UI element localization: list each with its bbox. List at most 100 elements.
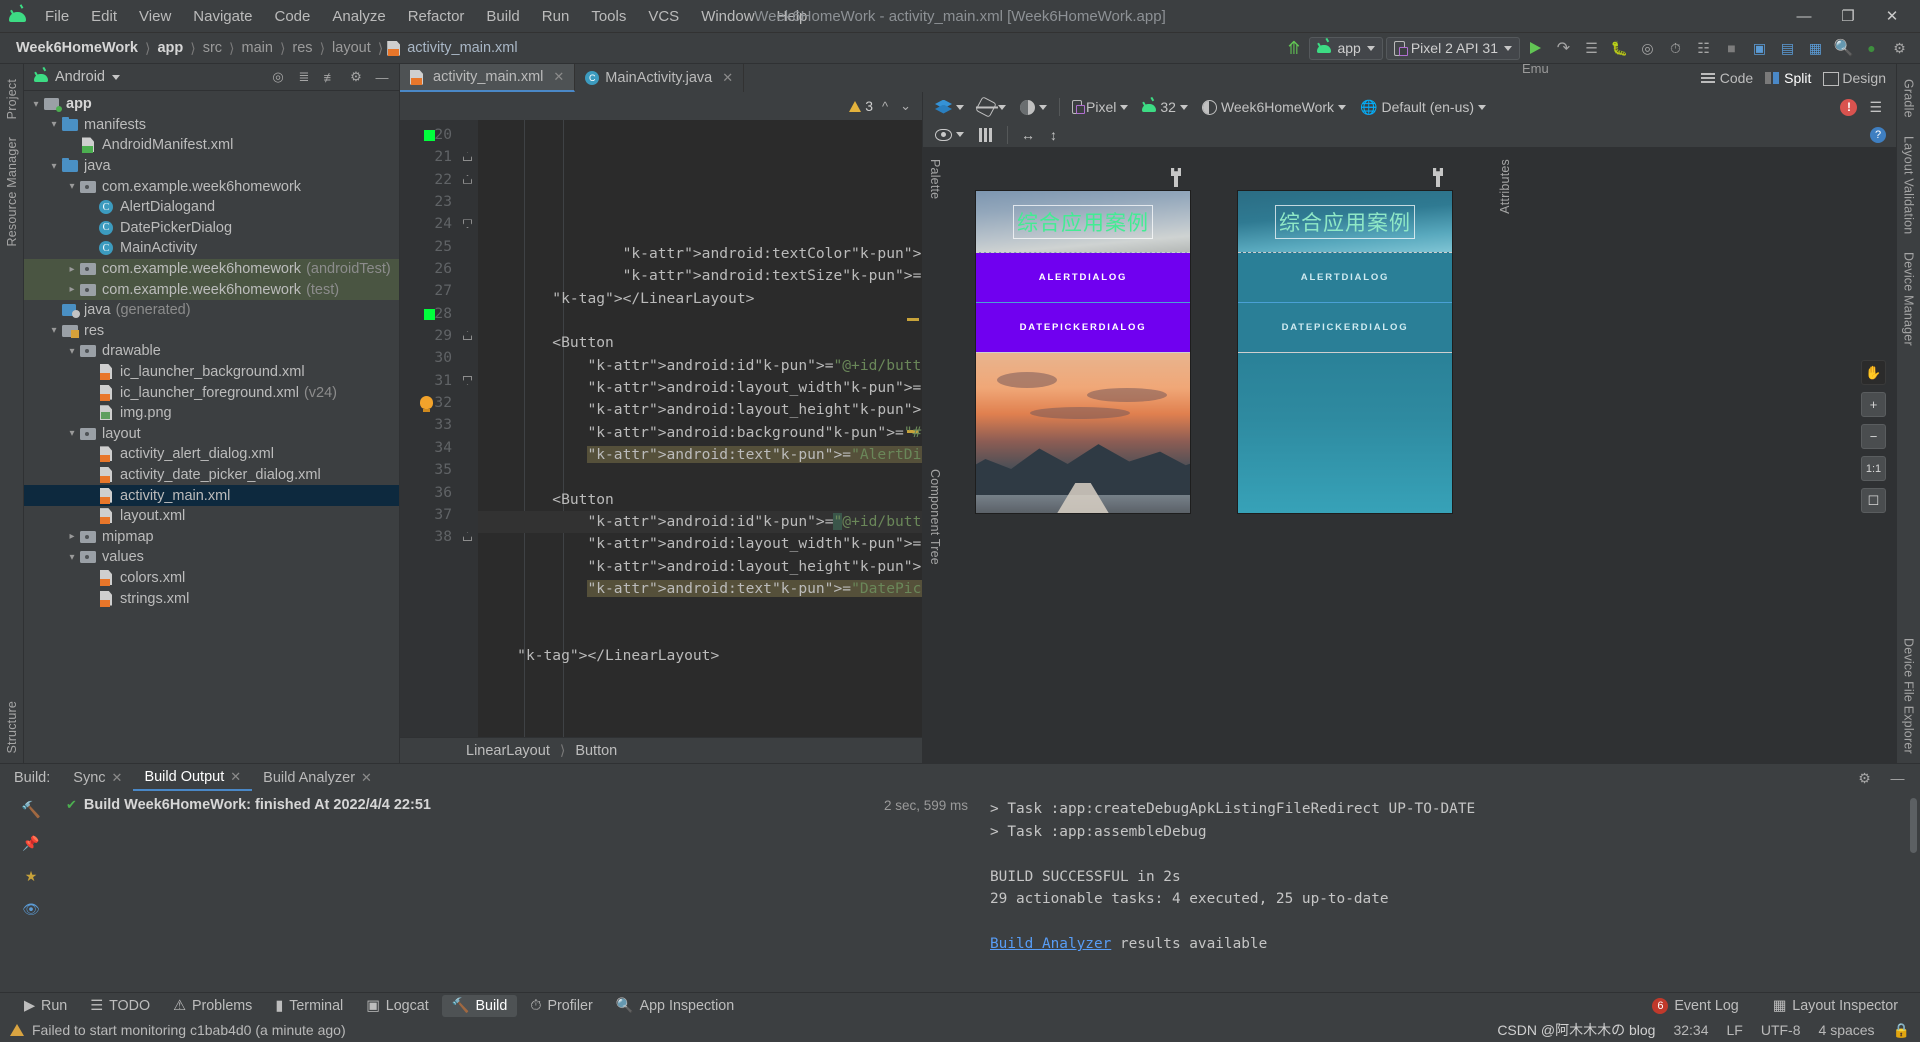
zoom-in-icon[interactable]: + bbox=[1861, 392, 1886, 417]
tree-node[interactable]: ic_launcher_background.xml bbox=[24, 362, 399, 383]
tree-node[interactable]: res bbox=[24, 321, 399, 342]
line-number[interactable]: 21 bbox=[400, 146, 458, 168]
tree-node[interactable]: app bbox=[24, 94, 399, 115]
account-button[interactable]: ● bbox=[1859, 36, 1884, 60]
breadcrumb-res[interactable]: res bbox=[289, 39, 315, 57]
preview-datepickerdialog-button[interactable]: DATEPICKERDIALOG bbox=[1238, 302, 1452, 354]
breadcrumb-main[interactable]: main bbox=[239, 39, 276, 57]
menu-tools[interactable]: Tools bbox=[580, 5, 637, 28]
menu-help[interactable]: Help bbox=[766, 5, 819, 28]
menu-analyze[interactable]: Analyze bbox=[321, 5, 396, 28]
match-height-button[interactable]: ↕ bbox=[1044, 123, 1063, 147]
line-number[interactable]: 25 bbox=[400, 236, 458, 258]
zoom-out-icon[interactable]: − bbox=[1861, 424, 1886, 449]
rail-item-gradle[interactable]: Gradle bbox=[1902, 70, 1916, 127]
line-number[interactable]: 27 bbox=[400, 280, 458, 302]
design-preview-frame[interactable]: 综合应用案例 ALERTDIALOG DATEPICKERDIALOG bbox=[975, 164, 1191, 763]
avd-manager-button[interactable]: ▤ bbox=[1775, 36, 1800, 60]
preview-canvas[interactable]: 综合应用案例 ALERTDIALOG DATEPICKERDIALOG 综合应用… bbox=[923, 148, 1896, 763]
preview-alertdialog-button[interactable]: ALERTDIALOG bbox=[1238, 253, 1452, 303]
code-line[interactable]: "k-attr">android:background"k-pun">="#00… bbox=[478, 422, 922, 444]
line-number[interactable]: 36 bbox=[400, 482, 458, 504]
build-tree[interactable]: ✔ Build Week6HomeWork: finished At 2022/… bbox=[62, 792, 982, 992]
line-number[interactable]: 33 bbox=[400, 414, 458, 436]
chevron-down-icon[interactable] bbox=[46, 325, 62, 336]
menu-navigate[interactable]: Navigate bbox=[182, 5, 263, 28]
code-line[interactable]: "k-attr">android:text"k-pun">="AlertDial… bbox=[478, 444, 922, 466]
line-number[interactable]: 30 bbox=[400, 347, 458, 369]
chevron-right-icon[interactable] bbox=[64, 284, 80, 295]
zoom-actual-icon[interactable]: 1:1 bbox=[1861, 456, 1886, 481]
breadcrumb-file[interactable]: activity_main.xml bbox=[404, 39, 520, 57]
file-encoding[interactable]: UTF-8 bbox=[1761, 1022, 1801, 1038]
code-line[interactable]: "k-attr">android:layout_height"k-pun">="… bbox=[478, 556, 922, 578]
line-number[interactable]: 31 bbox=[400, 370, 458, 392]
visibility-button[interactable] bbox=[929, 123, 970, 147]
chevron-down-icon[interactable] bbox=[64, 346, 80, 357]
rail-item-device-file-explorer[interactable]: Device File Explorer bbox=[1902, 629, 1916, 763]
code-line[interactable]: "k-tag"></LinearLayout> bbox=[478, 288, 922, 310]
device-selector[interactable]: Pixel 2 API 31 bbox=[1385, 36, 1520, 60]
tool-window-profiler[interactable]: ⏱ Profiler bbox=[520, 995, 602, 1017]
tool-window-run[interactable]: ▶ Run bbox=[14, 995, 77, 1017]
select-opened-file-icon[interactable]: ◎ bbox=[267, 67, 289, 88]
next-problem-icon[interactable]: ⌄ bbox=[897, 98, 914, 114]
menu-vcs[interactable]: VCS bbox=[637, 5, 690, 28]
pin-icon[interactable]: 📌 bbox=[20, 833, 42, 853]
star-icon[interactable]: ★ bbox=[20, 866, 42, 886]
tree-node[interactable]: layout.xml bbox=[24, 506, 399, 527]
tree-node[interactable]: com.example.week6homework(androidTest) bbox=[24, 258, 399, 280]
tree-node[interactable]: MainActivity bbox=[24, 238, 399, 259]
code-line[interactable]: "k-attr">android:id"k-pun">="@+id/button… bbox=[478, 355, 922, 377]
help-icon[interactable]: ? bbox=[1870, 126, 1886, 143]
event-log-button[interactable]: 6 Event Log bbox=[1642, 995, 1748, 1017]
tree-node[interactable]: com.example.week6homework(test) bbox=[24, 279, 399, 300]
code-line[interactable]: <Button bbox=[478, 489, 922, 511]
line-number[interactable]: 23 bbox=[400, 191, 458, 213]
tree-node[interactable]: colors.xml bbox=[24, 568, 399, 589]
blueprint-preview[interactable]: 综合应用案例 ALERTDIALOG DATEPICKERDIALOG bbox=[1237, 190, 1453, 514]
locale-dropdown[interactable]: 🌐 Default (en-us) bbox=[1354, 95, 1492, 119]
breadcrumb-linearlayout[interactable]: LinearLayout bbox=[466, 743, 550, 759]
code-line[interactable]: "k-attr">android:textColor"k-pun">="#00f… bbox=[478, 243, 922, 265]
tree-node[interactable]: activity_date_picker_dialog.xml bbox=[24, 465, 399, 486]
device-manager-button[interactable]: ☷ bbox=[1691, 36, 1716, 60]
api-dropdown[interactable]: 32 bbox=[1136, 95, 1194, 119]
line-number[interactable]: 37 bbox=[400, 504, 458, 526]
tree-node[interactable]: DatePickerDialog bbox=[24, 218, 399, 239]
line-number[interactable]: 22 bbox=[400, 169, 458, 191]
lock-icon[interactable]: 🔒 bbox=[1893, 1022, 1910, 1039]
project-view-selector[interactable]: Android bbox=[55, 69, 105, 85]
gear-icon[interactable]: ⚙ bbox=[1852, 766, 1877, 790]
tree-node[interactable]: values bbox=[24, 547, 399, 568]
chevron-down-icon[interactable] bbox=[64, 181, 80, 192]
menu-file[interactable]: File bbox=[34, 5, 80, 28]
line-number[interactable]: 38 bbox=[400, 526, 458, 548]
tool-window-terminal[interactable]: ▮ Terminal bbox=[265, 995, 353, 1017]
code-line[interactable]: "k-attr">android:layout_width"k-pun">="m… bbox=[478, 533, 922, 555]
project-tree[interactable]: app manifests AndroidManifest.xml java com.e… bbox=[24, 91, 399, 763]
rail-item-layout-validation[interactable]: Layout Validation bbox=[1902, 127, 1916, 243]
code-line[interactable] bbox=[478, 466, 922, 488]
blueprint-columns-button[interactable] bbox=[973, 123, 1000, 147]
minimize-button[interactable]: — bbox=[1782, 0, 1826, 32]
code-line[interactable]: <Button bbox=[478, 332, 922, 354]
code-line[interactable] bbox=[478, 310, 922, 332]
wrench-icon[interactable] bbox=[1171, 168, 1181, 187]
theme-dropdown[interactable]: Week6HomeWork bbox=[1196, 95, 1352, 119]
chevron-right-icon[interactable] bbox=[64, 531, 80, 542]
tree-node[interactable]: AndroidManifest.xml bbox=[24, 135, 399, 156]
menu-code[interactable]: Code bbox=[263, 5, 321, 28]
apply-changes-button[interactable]: ↷ bbox=[1551, 36, 1576, 60]
line-number[interactable]: 29 bbox=[400, 325, 458, 347]
chevron-down-icon[interactable] bbox=[111, 74, 120, 80]
code-text[interactable]: "k-attr">android:textColor"k-pun">="#00f… bbox=[478, 120, 922, 737]
tab-build-analyzer[interactable]: Build Analyzer ✕ bbox=[252, 766, 383, 790]
chevron-right-icon[interactable] bbox=[64, 264, 80, 275]
chevron-down-icon[interactable] bbox=[46, 161, 62, 172]
view-mode-design[interactable]: Design bbox=[1823, 70, 1886, 86]
caret-position[interactable]: 32:34 bbox=[1673, 1022, 1708, 1038]
settings-button[interactable]: ⚙ bbox=[1887, 36, 1912, 60]
intention-bulb-icon[interactable] bbox=[420, 396, 433, 413]
line-number[interactable]: 35 bbox=[400, 459, 458, 481]
